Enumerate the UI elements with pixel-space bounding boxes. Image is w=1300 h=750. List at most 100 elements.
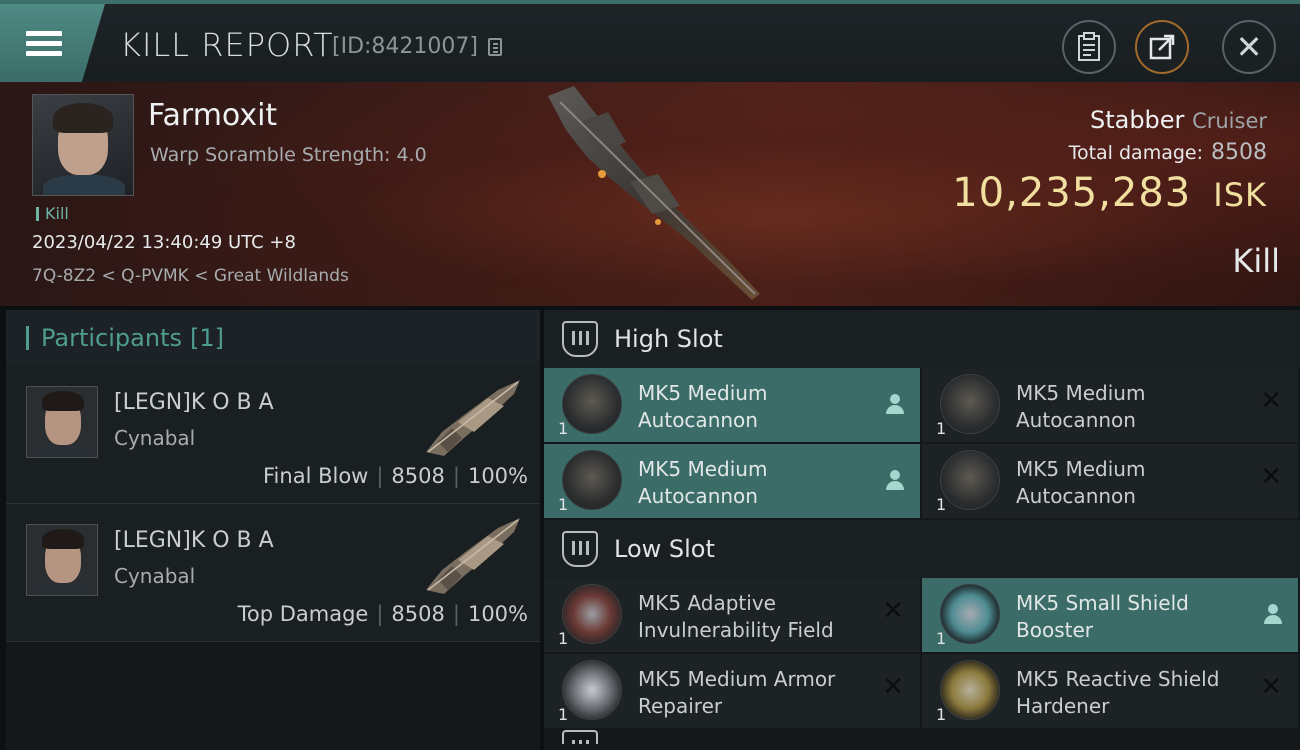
dropped-person-icon <box>886 470 904 490</box>
participant-name: [LEGN]K O B A <box>114 390 274 415</box>
high-slot-header: High Slot <box>544 310 1300 368</box>
participant-ship-image <box>426 518 520 594</box>
isk-value: 10,235,283 ISK <box>952 170 1267 216</box>
module-quantity: 1 <box>558 705 569 724</box>
participant-name: [LEGN]K O B A <box>114 528 274 553</box>
module-item[interactable]: 1 MK5 Medium Armor Repairer ✕ <box>544 654 920 728</box>
destroyed-x-icon: ✕ <box>1260 672 1282 702</box>
module-item[interactable]: 1 MK5 Medium Autocannon ✕ <box>922 444 1298 518</box>
module-quantity: 1 <box>936 495 947 514</box>
dropped-person-icon <box>886 394 904 414</box>
victim-name[interactable]: Farmoxit <box>148 98 277 133</box>
share-button[interactable] <box>1135 20 1189 74</box>
avatar[interactable] <box>26 524 98 596</box>
low-slot-grid: 1 MK5 Adaptive Invulnerability Field ✕ 1… <box>544 578 1300 730</box>
clipboard-button[interactable] <box>1062 20 1116 74</box>
total-damage-value: 8508 <box>1211 140 1267 165</box>
report-id: [ID:8421007] <box>332 34 478 59</box>
module-name: MK5 Medium Autocannon <box>638 381 768 432</box>
warp-scramble-strength: Warp Soramble Strength: 4.0 <box>150 144 427 166</box>
participant-percent: 100% <box>467 464 528 488</box>
kill-result: Kill <box>1232 242 1280 280</box>
module-name: MK5 Medium Autocannon <box>638 457 768 508</box>
low-slot-title: Low Slot <box>614 535 715 563</box>
high-slot-title: High Slot <box>614 325 723 353</box>
clipboard-icon <box>1078 32 1100 61</box>
autocannon-icon <box>562 374 622 434</box>
victim-ship-type[interactable]: Stabber Cruiser <box>1090 106 1267 134</box>
module-item[interactable]: 1 MK5 Medium Autocannon <box>544 368 920 442</box>
participant-card[interactable]: [LEGN]K O B A Cynabal Top Damage | 8508 … <box>6 504 540 642</box>
ship-class: Cruiser <box>1192 109 1267 133</box>
participant-ship-image <box>426 380 520 456</box>
dropped-person-icon <box>1264 604 1282 624</box>
participant-card[interactable]: [LEGN]K O B A Cynabal Final Blow | 8508 … <box>6 366 540 504</box>
isk-unit: ISK <box>1213 176 1267 214</box>
participant-damage: 8508 <box>391 602 445 626</box>
destroyed-x-icon: ✕ <box>882 672 904 702</box>
module-name: MK5 Medium Autocannon <box>1016 381 1146 432</box>
module-quantity: 1 <box>936 629 947 648</box>
module-name: MK5 Medium Armor Repairer <box>638 667 836 718</box>
participant-role: Top Damage <box>237 602 369 626</box>
module-item[interactable]: 1 MK5 Small Shield Booster <box>922 578 1298 652</box>
victim-portrait[interactable] <box>32 94 134 196</box>
close-button[interactable]: ✕ <box>1222 20 1276 74</box>
destroyed-x-icon: ✕ <box>1260 462 1282 492</box>
module-item[interactable]: 1 MK5 Adaptive Invulnerability Field ✕ <box>544 578 920 652</box>
total-damage-label: Total damage: <box>1068 142 1203 164</box>
module-quantity: 1 <box>558 495 569 514</box>
participants-panel: Participants [1] [LEGN]K O B A Cynabal F… <box>6 310 540 750</box>
module-item[interactable]: 1 MK5 Medium Autocannon <box>544 444 920 518</box>
autocannon-icon <box>562 450 622 510</box>
page-title: KILL REPORT <box>120 26 334 64</box>
ship-name: Stabber <box>1089 106 1185 134</box>
high-slot-icon <box>562 321 598 357</box>
module-name: MK5 Medium Autocannon <box>1016 457 1146 508</box>
victim-banner: Farmoxit Warp Soramble Strength: 4.0 Kil… <box>0 82 1300 306</box>
participant-stats: Top Damage | 8508 | 100% <box>237 602 528 626</box>
participant-ship: Cynabal <box>114 564 196 588</box>
copy-icon[interactable] <box>488 38 502 56</box>
participant-damage: 8508 <box>391 464 445 488</box>
module-name: MK5 Reactive Shield Hardener <box>1016 667 1220 718</box>
victim-ship-image <box>548 86 760 300</box>
participant-stats: Final Blow | 8508 | 100% <box>263 464 528 488</box>
avatar[interactable] <box>26 386 98 458</box>
high-slot-grid: 1 MK5 Medium Autocannon 1 MK5 Medium Aut… <box>544 368 1300 520</box>
module-name: MK5 Small Shield Booster <box>1016 591 1189 642</box>
module-item[interactable]: 1 MK5 Reactive Shield Hardener ✕ <box>922 654 1298 728</box>
module-quantity: 1 <box>936 419 947 438</box>
isk-amount: 10,235,283 <box>952 170 1192 216</box>
invulnerability-field-icon <box>562 584 622 644</box>
mid-slot-header-partial <box>544 730 1300 744</box>
module-name: MK5 Adaptive Invulnerability Field <box>638 591 834 642</box>
autocannon-icon <box>940 374 1000 434</box>
top-bar: KILL REPORT [ID:8421007] ✕ <box>0 0 1300 82</box>
participant-role: Final Blow <box>263 464 369 488</box>
module-quantity: 1 <box>558 419 569 438</box>
menu-button[interactable] <box>0 4 105 82</box>
share-icon <box>1149 34 1175 60</box>
armor-repairer-icon <box>562 660 622 720</box>
shield-hardener-icon <box>940 660 1000 720</box>
destroyed-x-icon: ✕ <box>1260 386 1282 416</box>
mid-slot-icon <box>562 730 598 744</box>
fitting-panel: High Slot 1 MK5 Medium Autocannon 1 MK5 … <box>544 310 1300 750</box>
close-icon: ✕ <box>1235 28 1263 66</box>
total-damage: Total damage: 8508 <box>1069 140 1267 165</box>
module-quantity: 1 <box>558 629 569 648</box>
participant-ship: Cynabal <box>114 426 196 450</box>
kill-location: 7Q-8Z2 < Q-PVMK < Great Wildlands <box>32 266 349 286</box>
low-slot-header: Low Slot <box>544 520 1300 578</box>
module-item[interactable]: 1 MK5 Medium Autocannon ✕ <box>922 368 1298 442</box>
participants-header: Participants [1] <box>6 310 540 366</box>
participants-count: [1] <box>189 324 224 352</box>
kill-tag: Kill <box>36 204 69 223</box>
participants-label: Participants <box>41 324 182 352</box>
hamburger-icon <box>26 26 62 61</box>
shield-booster-icon <box>940 584 1000 644</box>
module-quantity: 1 <box>936 705 947 724</box>
participant-percent: 100% <box>467 602 528 626</box>
kill-timestamp: 2023/04/22 13:40:49 UTC +8 <box>32 232 296 253</box>
